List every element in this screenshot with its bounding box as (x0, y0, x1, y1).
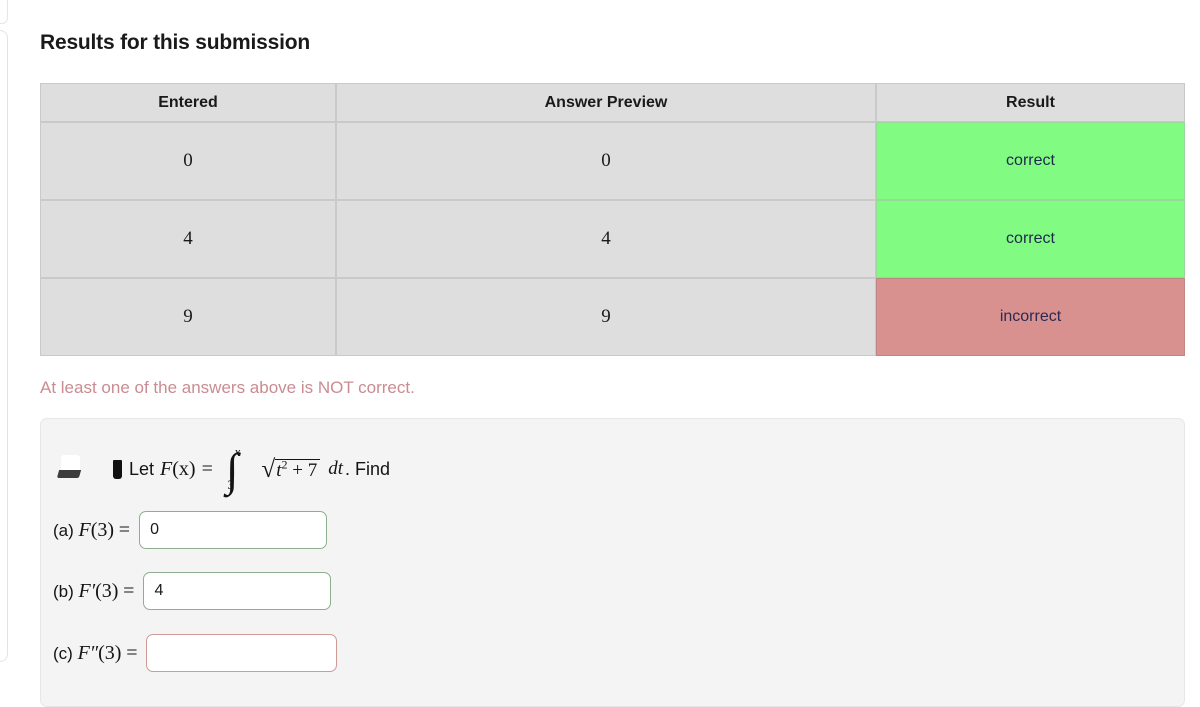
table-row: 9 9 incorrect (40, 278, 1185, 356)
problem-card: Let F (x) = ∫ x 3 √ t2 + 7 dt . Find (a)… (40, 418, 1185, 707)
problem-statement: Let F (x) = ∫ x 3 √ t2 + 7 dt . Find (113, 442, 390, 496)
table-row: 0 0 correct (40, 122, 1185, 200)
radicand-addend: + 7 (292, 460, 318, 481)
differential: dt (328, 458, 343, 479)
statement-suffix: . Find (344, 458, 391, 479)
cell-entered: 9 (40, 278, 336, 356)
answer-equals-a: = (118, 518, 131, 541)
drag-marker-icon (56, 455, 83, 481)
column-header-answer-preview: Answer Preview (336, 83, 876, 122)
warning-message: At least one of the answers above is NOT… (40, 378, 415, 397)
answer-label-a: (a) F(3) = (53, 519, 130, 542)
answer-arg-a: (3) (90, 518, 115, 541)
answer-label-b: (b) F′(3) = (53, 580, 134, 603)
answer-arg-b: (3) (95, 579, 119, 602)
answer-equals-b: = (123, 579, 135, 602)
results-table: Entered Answer Preview Result 0 0 correc… (40, 83, 1185, 356)
column-header-entered: Entered (40, 83, 336, 122)
radical-icon: √ (261, 456, 276, 483)
page-title: Results for this submission (40, 31, 310, 54)
answer-row-a: (a) F(3) = (53, 511, 328, 549)
problem-statement-text: Let F (x) = ∫ x 3 √ t2 + 7 dt . Find (129, 442, 390, 496)
equals-sign: = (201, 457, 213, 480)
answer-fn-a: F (78, 518, 91, 541)
answer-fn-c: F (77, 641, 90, 664)
answer-equals-c: = (126, 641, 138, 664)
answer-input-c[interactable] (146, 634, 338, 672)
cell-entered: 0 (40, 122, 336, 200)
statement-prefix: Let (129, 458, 155, 479)
answer-arg-c: (3) (98, 641, 122, 664)
page-edge-decoration (0, 30, 8, 662)
function-arg: (x) (172, 457, 196, 480)
integral-lower-limit: 3 (227, 477, 234, 492)
table-header-row: Entered Answer Preview Result (40, 83, 1185, 122)
answer-letter-b: (b) (53, 581, 74, 601)
status-badge: correct (876, 200, 1185, 278)
answer-row-b: (b) F′(3) = (53, 572, 332, 610)
answer-letter-a: (a) (53, 520, 74, 540)
cell-entered: 4 (40, 200, 336, 278)
table-row: 4 4 correct (40, 200, 1185, 278)
page-edge-top-decoration (0, 0, 8, 24)
status-badge: correct (876, 122, 1185, 200)
cell-answer-preview: 9 (336, 278, 876, 356)
answer-input-a[interactable] (139, 511, 328, 549)
radicand-exponent: 2 (281, 457, 288, 472)
answer-row-c: (c) F″(3) = (53, 634, 338, 672)
answer-label-c: (c) F″(3) = (53, 642, 137, 665)
bullet-marker-icon (113, 459, 122, 479)
answer-input-b[interactable] (143, 572, 332, 610)
status-badge: incorrect (876, 278, 1185, 356)
square-root-expression: √ t2 + 7 (261, 456, 321, 483)
cell-answer-preview: 4 (336, 200, 876, 278)
cell-answer-preview: 0 (336, 122, 876, 200)
answer-fn-b: F (78, 579, 91, 602)
integral-upper-limit: x (234, 444, 241, 459)
column-header-result: Result (876, 83, 1185, 122)
answer-prime-c: ″ (89, 641, 99, 664)
integral-expression: ∫ x 3 (226, 442, 253, 496)
results-page: Results for this submission Entered Answ… (0, 0, 1200, 707)
function-name: F (160, 457, 173, 480)
answer-letter-c: (c) (53, 643, 73, 663)
